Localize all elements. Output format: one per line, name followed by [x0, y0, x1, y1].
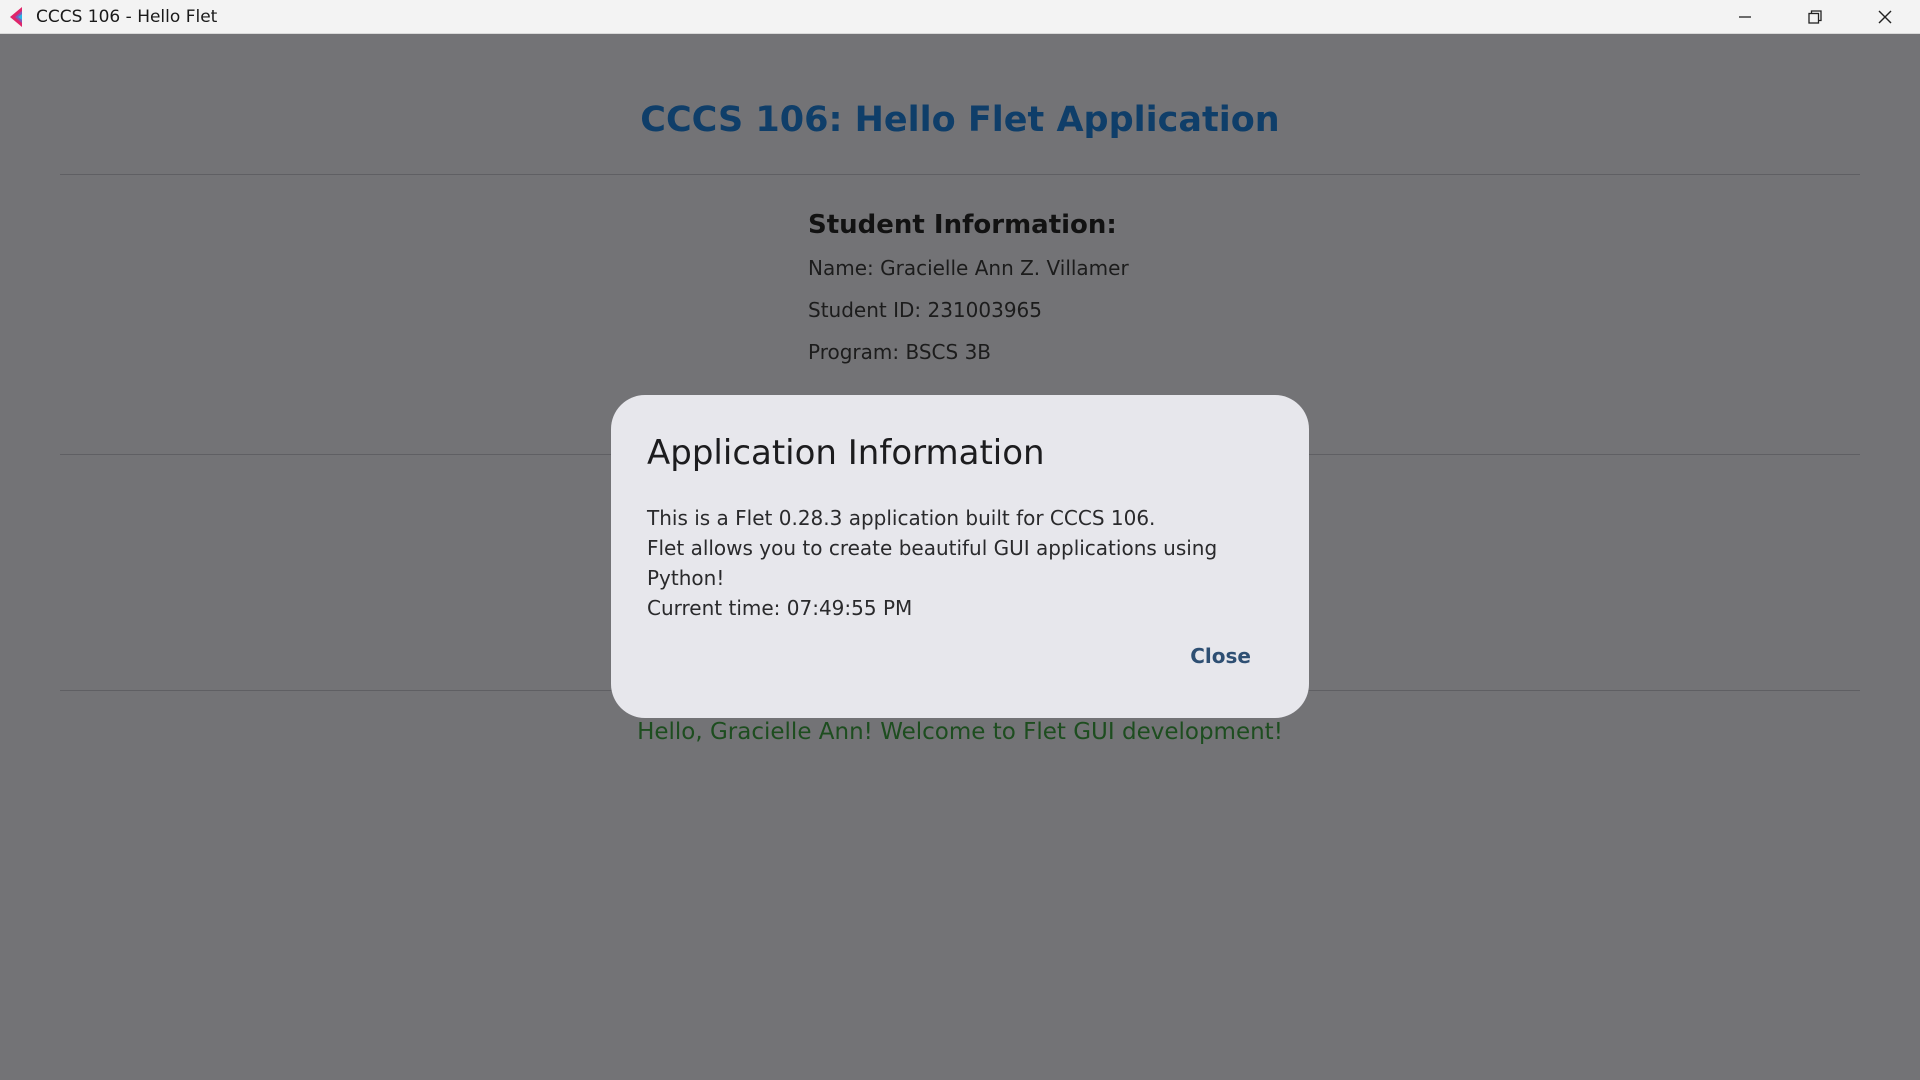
dialog-line-description: Flet allows you to create beautiful GUI … [647, 536, 1218, 590]
minimize-button[interactable] [1710, 0, 1780, 34]
student-name: Name: Gracielle Ann Z. Villamer [808, 256, 1129, 280]
minimize-icon [1739, 16, 1751, 18]
window-controls [1710, 0, 1920, 34]
divider-top [60, 174, 1860, 175]
dialog-actions: Close [1184, 640, 1257, 672]
dialog-line-current-time: Current time: 07:49:55 PM [647, 596, 913, 620]
greeting-message: Hello, Gracielle Ann! Welcome to Flet GU… [637, 719, 1283, 745]
close-icon [1878, 10, 1892, 24]
student-info-section: Student Information: Name: Gracielle Ann… [808, 210, 1129, 382]
student-id: Student ID: 231003965 [808, 298, 1043, 322]
flet-app-icon [6, 6, 26, 28]
student-program: Program: BSCS 3B [808, 340, 992, 364]
window-title-bar: CCCS 106 - Hello Flet [0, 0, 1920, 34]
dialog-line-version: This is a Flet 0.28.3 application built … [647, 506, 1156, 530]
window-title: CCCS 106 - Hello Flet [36, 6, 218, 27]
restore-icon [1808, 10, 1822, 24]
page-title: CCCS 106: Hello Flet Application [640, 100, 1280, 140]
dialog-title: Application Information [647, 433, 1045, 473]
application-info-dialog: Application Information This is a Flet 0… [611, 395, 1309, 718]
student-info-heading: Student Information: [808, 210, 1117, 240]
restore-button[interactable] [1780, 0, 1850, 34]
close-window-button[interactable] [1850, 0, 1920, 34]
close-button[interactable]: Close [1184, 640, 1257, 672]
